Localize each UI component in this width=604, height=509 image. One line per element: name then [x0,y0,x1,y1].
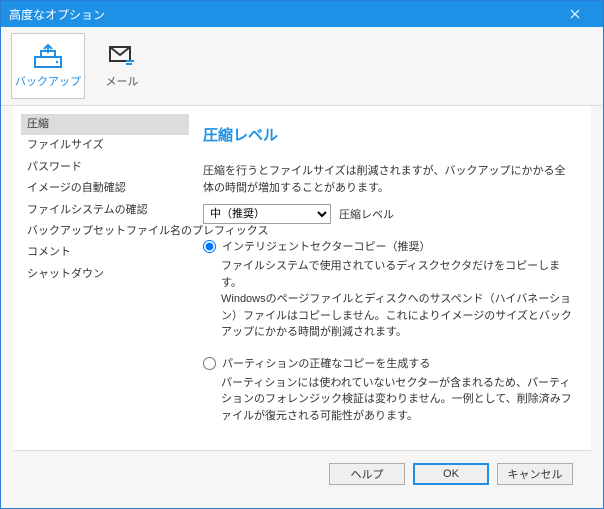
sidebar-item-prefix[interactable]: バックアップセットファイル名のプレフィックス [21,221,189,242]
tab-mail[interactable]: メール [85,33,159,99]
close-button[interactable] [555,1,595,27]
tab-backup-label: バックアップ [15,73,81,89]
tab-mail-label: メール [106,73,139,89]
sidebar-item-auto-verify[interactable]: イメージの自動確認 [21,178,189,199]
titlebar: 高度なオプション [1,1,603,27]
sidebar-item-compression[interactable]: 圧縮 [21,114,189,135]
pane-lede: 圧縮を行うとファイルサイズは削減されますが、バックアップにかかる全体の時間が増加… [203,163,575,196]
radio-intelligent-sector-desc: ファイルシステムで使用されているディスクセクタだけをコピーします。 Window… [221,258,575,341]
radio-exact-copy[interactable] [203,357,216,370]
compression-level-select[interactable]: 中（推奨） [203,204,331,224]
compression-level-label: 圧縮レベル [339,206,394,222]
close-icon [570,9,580,19]
radio-exact-copy-label: パーティションの正確なコピーを生成する [222,355,430,371]
help-button[interactable]: ヘルプ [329,463,405,485]
sidebar: 圧縮 ファイルサイズ パスワード イメージの自動確認 ファイルシステムの確認 バ… [13,106,189,450]
sidebar-item-comment[interactable]: コメント [21,242,189,263]
tab-backup[interactable]: バックアップ [11,33,85,99]
radio-exact-copy-desc: パーティションには使われていないセクターが含まれるため、パーティションのフォレン… [221,375,575,425]
pane-title: 圧縮レベル [203,124,575,145]
sidebar-item-filesystem-check[interactable]: ファイルシステムの確認 [21,200,189,221]
mail-icon [107,43,137,69]
radio-intelligent-sector[interactable] [203,240,216,253]
settings-pane: 圧縮レベル 圧縮を行うとファイルサイズは削減されますが、バックアップにかかる全体… [189,106,591,450]
ok-button[interactable]: OK [413,463,489,485]
sidebar-item-filesize[interactable]: ファイルサイズ [21,135,189,156]
sidebar-item-password[interactable]: パスワード [21,157,189,178]
sidebar-item-shutdown[interactable]: シャットダウン [21,264,189,285]
footer: ヘルプ OK キャンセル [13,450,591,496]
backup-icon [33,43,63,69]
category-tabs: バックアップ メール [1,27,603,106]
dialog: 高度なオプション バックアップ メール [0,0,604,509]
content-area: 圧縮 ファイルサイズ パスワード イメージの自動確認 ファイルシステムの確認 バ… [13,106,591,450]
window-title: 高度なオプション [9,6,555,23]
radio-intelligent-sector-label: インテリジェントセクターコピー（推奨） [222,238,431,254]
cancel-button[interactable]: キャンセル [497,463,573,485]
